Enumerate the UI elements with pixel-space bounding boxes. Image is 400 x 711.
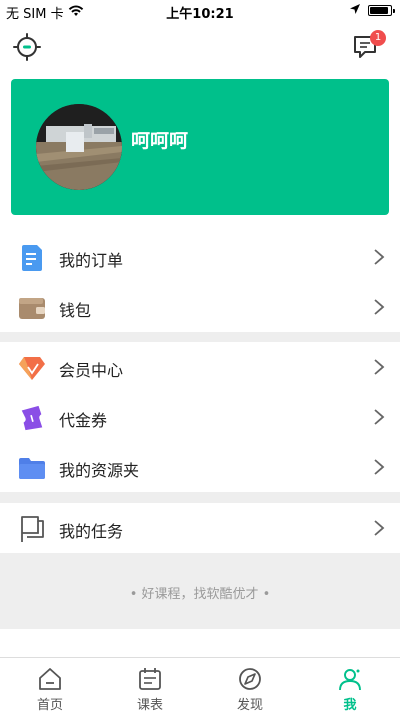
voucher-ticket-icon bbox=[18, 404, 46, 432]
menu-item-tasks[interactable]: 我的任务 bbox=[0, 503, 400, 553]
status-right bbox=[350, 3, 395, 18]
chevron-right-icon bbox=[374, 409, 385, 425]
settings-button[interactable] bbox=[12, 32, 42, 62]
tab-discover-label: 发现 bbox=[236, 698, 263, 711]
menu-group-member: 会员中心 代金券 我的资源夹 bbox=[0, 342, 400, 492]
tab-home-label: 首页 bbox=[36, 698, 63, 711]
tab-schedule[interactable]: 课表 bbox=[100, 658, 200, 711]
profile-card[interactable]: 呵呵呵 bbox=[11, 79, 389, 215]
chevron-right-icon bbox=[374, 299, 385, 315]
messages-button[interactable]: 1 bbox=[350, 30, 386, 62]
username: 呵呵呵 bbox=[131, 130, 189, 152]
task-flag-icon bbox=[18, 515, 46, 543]
menu-item-resource-folder-label: 我的资源夹 bbox=[59, 461, 140, 480]
section-divider bbox=[0, 332, 400, 342]
chevron-right-icon bbox=[374, 359, 385, 375]
tab-me[interactable]: 我 bbox=[300, 658, 400, 711]
status-bar: 无 SIM 卡 上午10:21 bbox=[0, 0, 400, 22]
battery-icon bbox=[368, 5, 395, 16]
chevron-right-icon bbox=[374, 520, 385, 536]
avatar[interactable] bbox=[36, 104, 122, 190]
menu-item-member-center[interactable]: 会员中心 bbox=[0, 342, 400, 392]
battery-level bbox=[370, 7, 388, 14]
menu-item-voucher[interactable]: 代金券 bbox=[0, 392, 400, 442]
wallet-icon bbox=[18, 294, 46, 322]
member-gem-icon bbox=[18, 354, 46, 382]
message-badge: 1 bbox=[370, 30, 386, 46]
profile-person-icon bbox=[339, 669, 361, 691]
menu-item-member-center-label: 会员中心 bbox=[59, 361, 124, 380]
tab-home[interactable]: 首页 bbox=[0, 658, 100, 711]
discover-compass-icon bbox=[239, 668, 261, 690]
menu-item-tasks-label: 我的任务 bbox=[59, 522, 124, 541]
location-arrow-icon bbox=[350, 3, 360, 18]
section-divider bbox=[0, 492, 400, 503]
top-bar: 1 bbox=[0, 22, 400, 70]
menu-group-orders: 我的订单 钱包 bbox=[0, 232, 400, 332]
menu-item-orders[interactable]: 我的订单 bbox=[0, 232, 400, 282]
menu-item-orders-label: 我的订单 bbox=[59, 251, 124, 270]
menu-item-wallet-label: 钱包 bbox=[59, 301, 92, 320]
tab-bar: 首页 课表 发现 我 bbox=[0, 657, 400, 711]
calendar-icon bbox=[139, 668, 161, 690]
status-time: 上午10:21 bbox=[166, 7, 234, 22]
home-icon bbox=[39, 668, 61, 690]
tab-discover[interactable]: 发现 bbox=[200, 658, 300, 711]
menu-item-voucher-label: 代金券 bbox=[59, 411, 108, 430]
tab-me-label: 我 bbox=[343, 698, 357, 711]
tab-schedule-label: 课表 bbox=[136, 698, 163, 711]
slogan-area: • 好课程，找软酷优才 • bbox=[0, 553, 400, 629]
folder-icon bbox=[18, 454, 46, 482]
chevron-right-icon bbox=[374, 459, 385, 475]
chevron-right-icon bbox=[374, 249, 385, 265]
menu-group-tasks: 我的任务 bbox=[0, 503, 400, 553]
slogan: • 好课程，找软酷优才 • bbox=[129, 587, 271, 602]
menu-item-resource-folder[interactable]: 我的资源夹 bbox=[0, 442, 400, 492]
order-document-icon bbox=[18, 244, 46, 272]
menu-item-wallet[interactable]: 钱包 bbox=[0, 282, 400, 332]
settings-gear-icon bbox=[13, 33, 41, 61]
